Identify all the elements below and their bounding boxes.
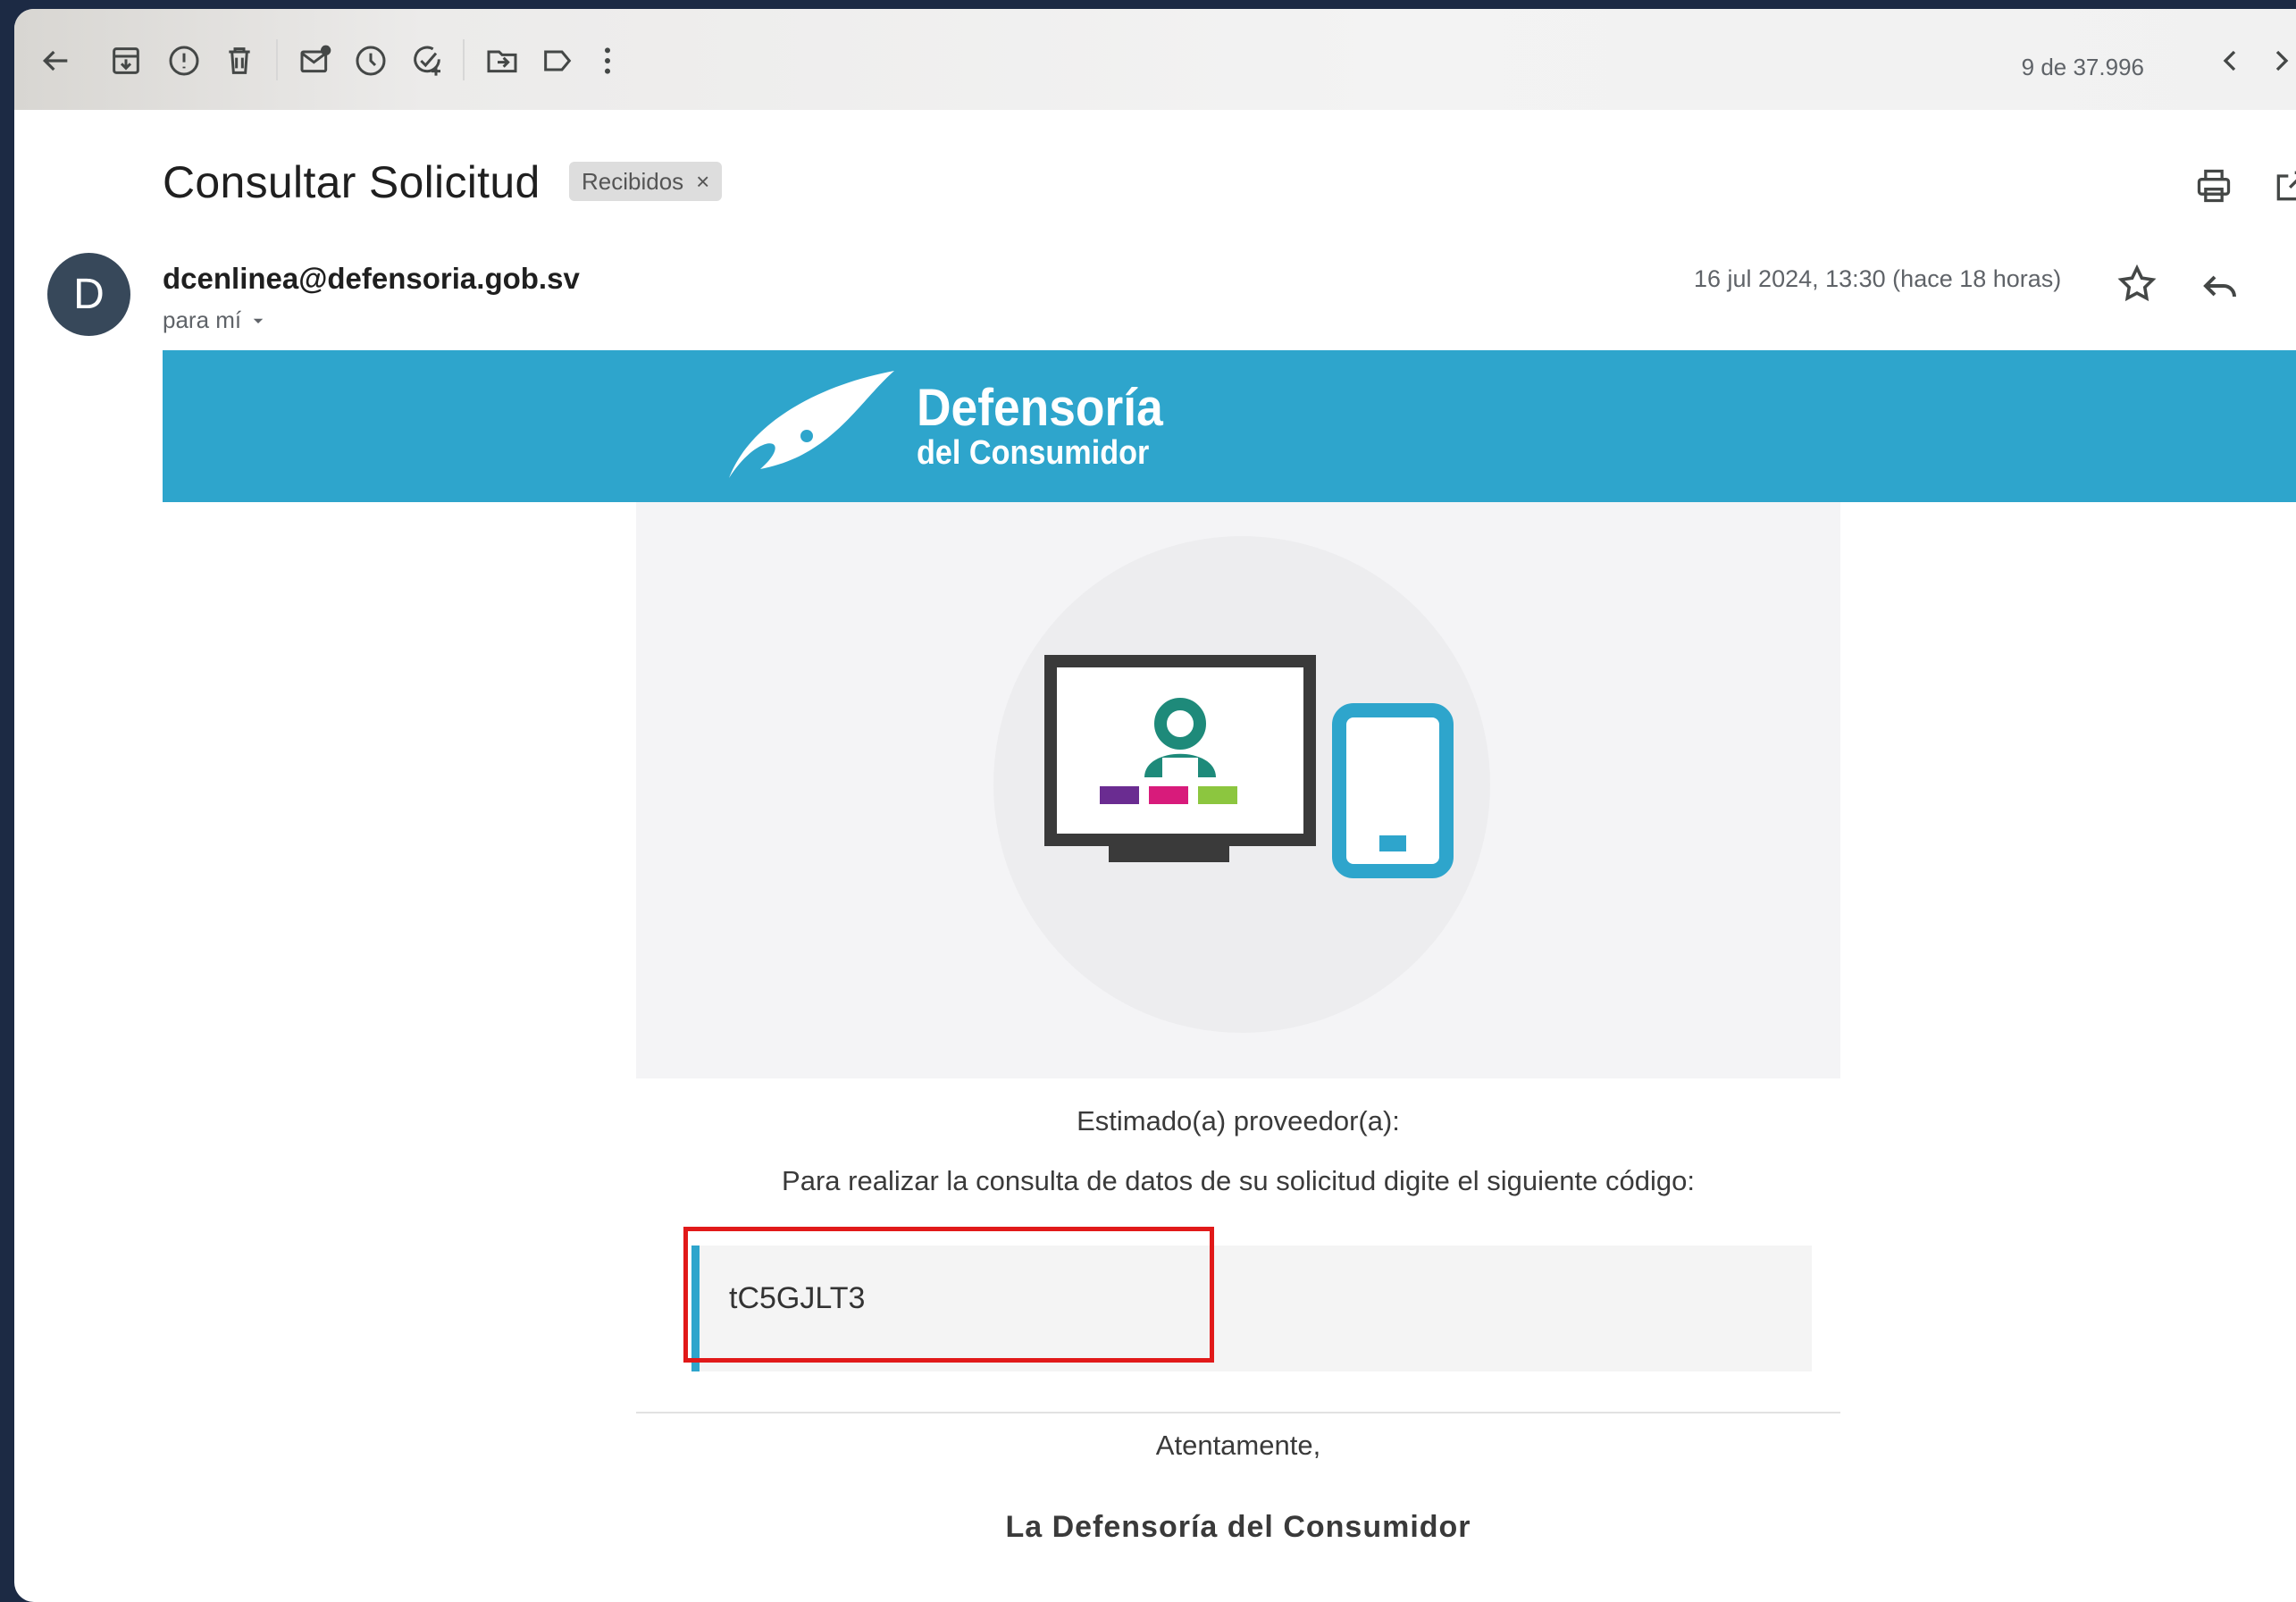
avatar[interactable]: D xyxy=(47,253,130,336)
recipient-text: para mí xyxy=(163,306,242,333)
email-toolbar: 9 de 37.996 xyxy=(14,9,2296,110)
defensoria-logo-text: Defensoría del Consumidor xyxy=(917,379,1185,472)
more-vert-icon[interactable] xyxy=(2278,263,2296,306)
email-subject: Consultar Solicitud xyxy=(163,157,540,207)
snooze-icon[interactable] xyxy=(346,36,396,86)
greeting-text: Estimado(a) proveedor(a): xyxy=(1077,1105,1400,1136)
more-vert-icon[interactable] xyxy=(582,36,633,86)
code-highlight-box xyxy=(683,1227,1214,1363)
delete-icon[interactable] xyxy=(214,36,264,86)
logo-line-1: Defensoría xyxy=(917,379,1163,437)
label-icon[interactable] xyxy=(532,36,582,86)
next-icon[interactable] xyxy=(2257,36,2296,86)
back-arrow-icon[interactable] xyxy=(30,36,80,86)
signature-text: La Defensoría del Consumidor xyxy=(1005,1510,1471,1544)
toolbar-separator xyxy=(276,39,278,80)
monitor-and-phone-icon xyxy=(1044,655,1454,878)
move-to-icon[interactable] xyxy=(477,36,527,86)
brand-banner xyxy=(163,350,2296,502)
email-date: 16 jul 2024, 13:30 (hace 18 horas) xyxy=(1694,265,2062,292)
divider xyxy=(636,1412,1840,1413)
chevron-down-icon[interactable] xyxy=(250,313,266,329)
toolbar-separator xyxy=(463,39,465,80)
remove-label-icon[interactable]: × xyxy=(696,168,709,196)
closing-text: Atentamente, xyxy=(1155,1430,1321,1461)
open-new-window-icon[interactable] xyxy=(2272,166,2296,205)
print-icon[interactable] xyxy=(2194,166,2233,205)
defensoria-logo-icon xyxy=(729,371,894,478)
add-task-icon[interactable] xyxy=(402,36,452,86)
email-window: 9 de 37.996 Consultar Solicitud Recibido… xyxy=(14,9,2296,1602)
reply-icon[interactable] xyxy=(2199,263,2242,306)
inbox-label-chip[interactable]: Recibidos × xyxy=(569,162,723,201)
star-icon[interactable] xyxy=(2116,263,2158,306)
sender-address[interactable]: dcenlinea@defensoria.gob.sv xyxy=(163,262,580,296)
prev-icon[interactable] xyxy=(2205,36,2255,86)
archive-icon[interactable] xyxy=(101,36,151,86)
message-counter: 9 de 37.996 xyxy=(2021,54,2144,80)
instruction-text: Para realizar la consulta de datos de su… xyxy=(782,1165,1695,1196)
report-spam-icon[interactable] xyxy=(159,36,209,86)
label-text: Recibidos xyxy=(582,167,684,195)
logo-line-2: del Consumidor xyxy=(917,434,1150,472)
recipient-line[interactable]: para mí xyxy=(163,306,266,334)
mark-unread-icon[interactable] xyxy=(290,36,340,86)
